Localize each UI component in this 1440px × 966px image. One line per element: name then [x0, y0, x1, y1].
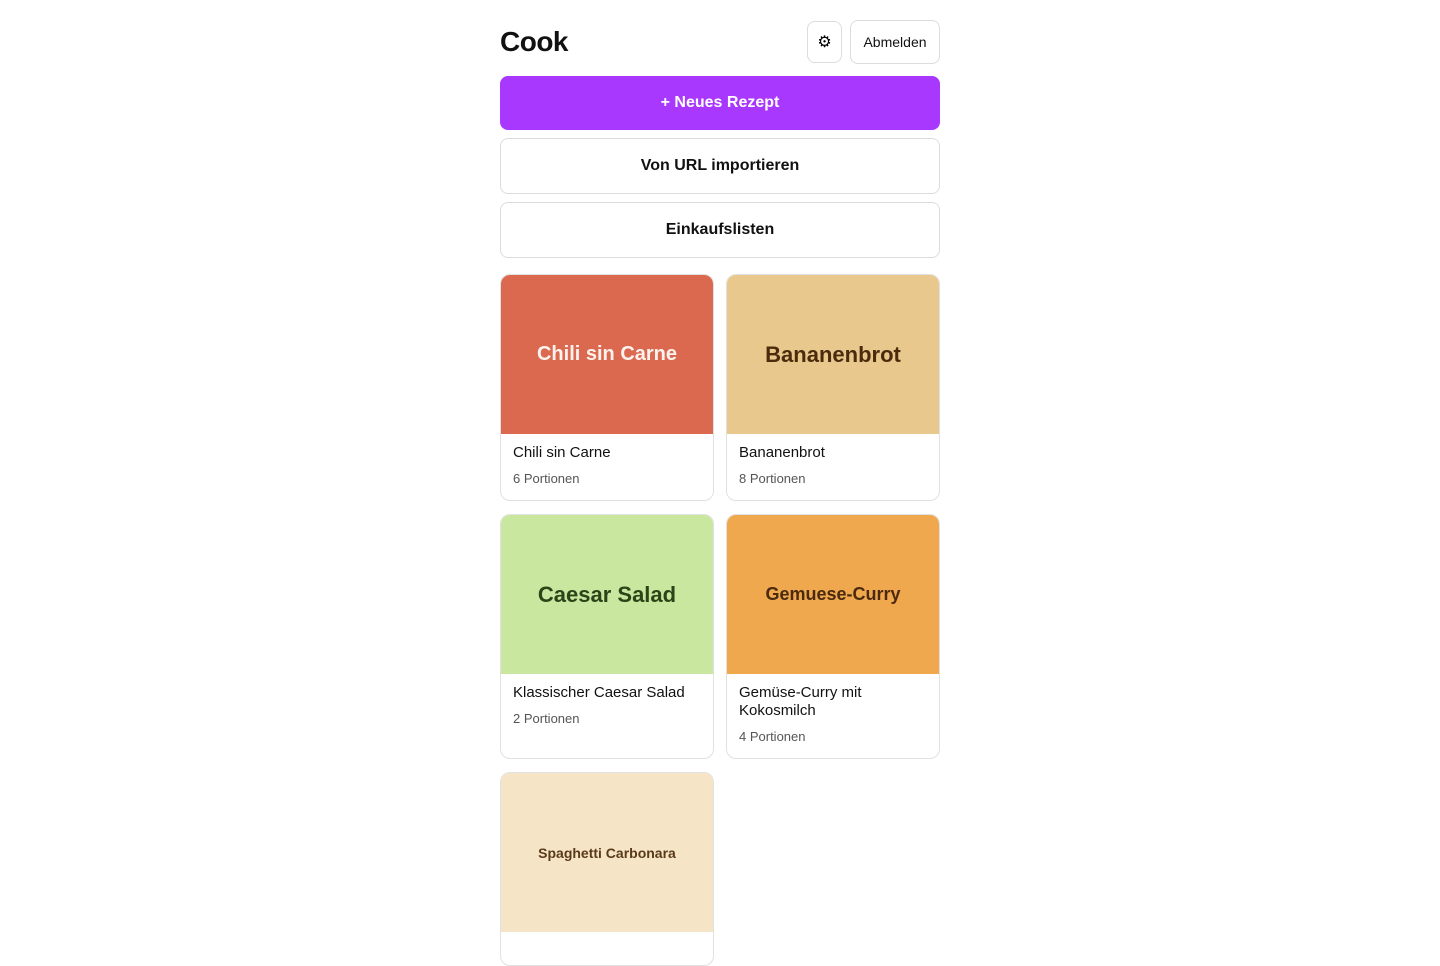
recipe-title: Chili sin Carne [513, 444, 611, 461]
import-url-button[interactable]: Von URL importieren [500, 138, 940, 194]
settings-button[interactable]: ⚙ [807, 21, 842, 63]
recipe-servings: 2 Portionen [513, 711, 580, 726]
recipe-cover-text: Spaghetti Carbonara [538, 844, 676, 861]
recipe-title: Klassischer Caesar Salad [513, 684, 685, 701]
recipe-card-body: Gemüse-Curry mit Kokosmilch 4 Portionen [727, 674, 939, 758]
shopping-lists-button[interactable]: Einkaufslisten [500, 202, 940, 258]
recipe-cover: Caesar Salad [501, 515, 713, 674]
header-actions: ⚙ Abmelden [807, 20, 940, 64]
recipe-cover-text: Caesar Salad [537, 581, 677, 607]
app-title: Cook [500, 26, 569, 57]
recipe-servings: 6 Portionen [513, 471, 580, 486]
recipe-cover-text: Bananenbrot [765, 341, 901, 367]
gear-icon: ⚙ [817, 34, 832, 51]
recipe-card-body [501, 932, 713, 965]
recipe-card[interactable]: Bananenbrot Bananenbrot 8 Portionen [726, 274, 940, 501]
recipe-cover-text: Chili sin Carne [536, 343, 678, 365]
recipe-title: Bananenbrot [739, 444, 825, 461]
recipe-card-body: Chili sin Carne 6 Portionen [501, 434, 713, 500]
recipe-grid: Chili sin Carne Chili sin Carne 6 Portio… [500, 274, 940, 966]
header: Cook ⚙ Abmelden [500, 20, 940, 64]
recipe-card[interactable]: Gemuese-Curry Gemüse-Curry mit Kokosmilc… [726, 514, 940, 759]
recipe-title: Gemüse-Curry mit Kokosmilch [739, 684, 862, 719]
recipe-card-body: Bananenbrot 8 Portionen [727, 434, 939, 500]
logout-button[interactable]: Abmelden [850, 20, 940, 64]
recipe-servings: 4 Portionen [739, 729, 806, 744]
recipe-cover-text: Gemuese-Curry [765, 584, 901, 604]
recipe-card[interactable]: Caesar Salad Klassischer Caesar Salad 2 … [500, 514, 714, 759]
page-container: Cook ⚙ Abmelden + Neues Rezept Von URL i… [500, 20, 940, 966]
recipe-cover: Chili sin Carne [501, 275, 713, 434]
recipe-card-body: Klassischer Caesar Salad 2 Portionen [501, 674, 713, 740]
new-recipe-button[interactable]: + Neues Rezept [500, 76, 940, 130]
recipe-cover: Spaghetti Carbonara [501, 773, 713, 932]
recipe-cover: Gemuese-Curry [727, 515, 939, 674]
recipe-card[interactable]: Chili sin Carne Chili sin Carne 6 Portio… [500, 274, 714, 501]
recipe-cover: Bananenbrot [727, 275, 939, 434]
recipe-servings: 8 Portionen [739, 471, 806, 486]
recipe-card[interactable]: Spaghetti Carbonara [500, 772, 714, 966]
